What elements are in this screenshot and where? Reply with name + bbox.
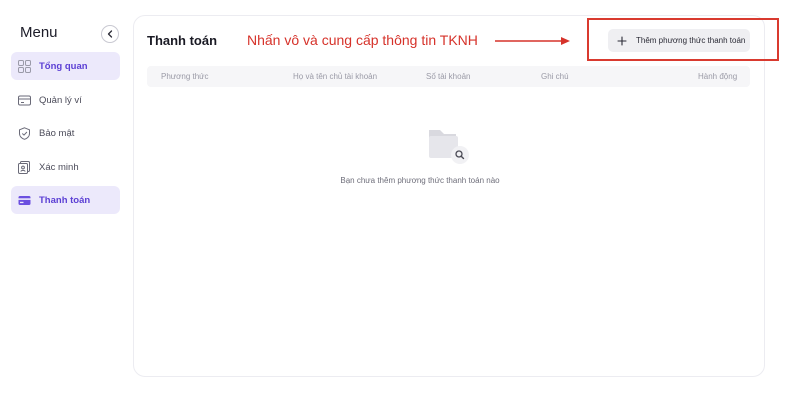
table-header: Phương thức Họ và tên chủ tài khoản Số t… xyxy=(147,66,750,87)
sidebar-title: Menu xyxy=(20,24,58,41)
chevron-left-icon xyxy=(107,30,113,38)
page-title: Thanh toán xyxy=(147,33,218,48)
empty-folder-search-icon xyxy=(429,130,469,164)
sidebar-item-label: Thanh toán xyxy=(39,194,91,206)
sidebar-item-label: Xác minh xyxy=(39,161,79,173)
annotation-text: Nhấn vô và cung cấp thông tin TKNH xyxy=(247,32,478,48)
column-header-hanh-dong: Hành động xyxy=(698,72,738,81)
sidebar-item-thanh-toan[interactable]: Thanh toán xyxy=(11,186,120,214)
id-card-icon xyxy=(18,160,31,174)
grid-icon xyxy=(18,59,31,73)
sidebar-item-label: Tổng quan xyxy=(39,60,88,72)
empty-state-message: Bạn chưa thêm phương thức thanh toán nào xyxy=(340,176,500,185)
column-header-ghi-chu: Ghi chú xyxy=(541,72,569,81)
column-header-ho-ten: Họ và tên chủ tài khoản xyxy=(293,72,378,81)
column-header-so-tai-khoan: Số tài khoản xyxy=(426,72,471,81)
add-payment-method-button[interactable]: Thêm phương thức thanh toán xyxy=(608,29,750,52)
sidebar-item-label: Bảo mật xyxy=(39,127,75,139)
annotation-arrow-icon xyxy=(495,37,570,45)
sidebar-item-xac-minh[interactable]: Xác minh xyxy=(11,153,120,181)
sidebar-item-tong-quan[interactable]: Tổng quan xyxy=(11,52,120,80)
column-header-phuong-thuc: Phương thức xyxy=(161,72,209,81)
credit-card-icon xyxy=(18,194,31,207)
sidebar-item-label: Quản lý ví xyxy=(39,94,82,106)
shield-icon xyxy=(18,126,31,140)
wallet-icon xyxy=(18,94,31,107)
collapse-sidebar-button[interactable] xyxy=(101,25,119,43)
add-payment-method-label: Thêm phương thức thanh toán xyxy=(636,36,746,45)
sidebar-item-quan-ly-vi[interactable]: Quản lý ví xyxy=(11,86,120,114)
sidebar-item-bao-mat[interactable]: Bảo mật xyxy=(11,119,120,147)
plus-icon xyxy=(617,35,627,46)
